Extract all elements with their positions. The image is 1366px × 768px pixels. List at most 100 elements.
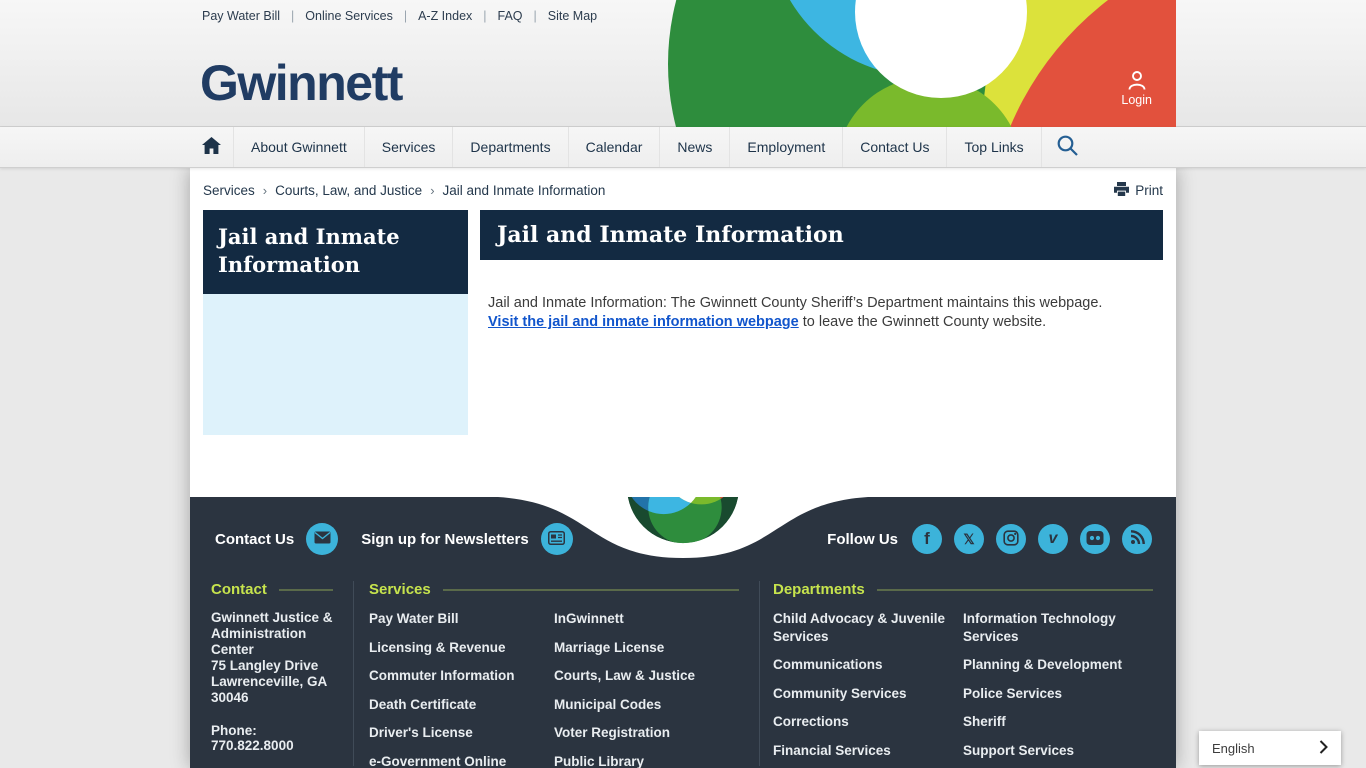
footer-link-commuter-information[interactable]: Commuter Information: [369, 667, 554, 685]
contact-us-label: Contact Us: [215, 530, 295, 548]
login-button[interactable]: Login: [1121, 68, 1152, 107]
footer-link-corrections[interactable]: Corrections: [773, 713, 963, 731]
flickr-icon: [1086, 530, 1104, 549]
person-icon: [1121, 68, 1152, 92]
sidebar-panel: [203, 293, 468, 435]
nav-item-news[interactable]: News: [660, 127, 731, 167]
nav-item-contact-us[interactable]: Contact Us: [843, 127, 948, 167]
chevron-right-icon: [1319, 739, 1328, 757]
footer-columns: Contact Gwinnett Justice & Administratio…: [211, 581, 1176, 768]
breadcrumb-separator: ›: [262, 183, 268, 198]
main-navigation: About Gwinnett Services Departments Calenda…: [0, 127, 1366, 168]
breadcrumb-jail-and-inmate-information: Jail and Inmate Information: [442, 183, 606, 198]
nav-items: About Gwinnett Services Departments Calenda…: [234, 127, 1042, 167]
footer-link-information-technology-services[interactable]: Information Technology Services: [963, 610, 1153, 645]
breadcrumb-services[interactable]: Services: [203, 183, 255, 198]
footer-link-public-library[interactable]: Public Library: [554, 753, 739, 768]
social-instagram[interactable]: [996, 524, 1026, 554]
footer-link-pay-water-bill[interactable]: Pay Water Bill: [369, 610, 554, 628]
sidebar-title: Jail and Inmate Information: [203, 210, 468, 294]
footer-link-financial-services[interactable]: Financial Services: [773, 742, 963, 760]
top-link-a-z-index[interactable]: A-Z Index: [407, 9, 483, 23]
top-links-bar: Pay Water Bill | Online Services | A-Z Index…: [202, 9, 608, 23]
language-selector[interactable]: English: [1199, 731, 1341, 765]
vimeo-icon: v: [1048, 530, 1058, 547]
footer-link-communications[interactable]: Communications: [773, 656, 963, 674]
left-sidebar: Jail and Inmate Information: [203, 210, 468, 435]
nav-item-about-gwinnett[interactable]: About Gwinnett: [234, 127, 365, 167]
paragraph-text-1: Jail and Inmate Information: The Gwinnet…: [488, 295, 1103, 311]
nav-item-departments[interactable]: Departments: [453, 127, 569, 167]
contact-phone: Phone: 770.822.8000: [211, 723, 294, 753]
footer-link-planning-development[interactable]: Planning & Development: [963, 656, 1153, 674]
address-line: Lawrenceville, GA 30046: [211, 674, 327, 705]
top-link-site-map[interactable]: Site Map: [537, 9, 608, 23]
search-button[interactable]: [1042, 127, 1094, 167]
footer-departments-column: Departments Child Advocacy & Juvenile Se…: [773, 581, 1176, 768]
page: Pay Water Bill | Online Services | A-Z Index…: [0, 0, 1366, 768]
heading-rule: [442, 588, 739, 591]
footer-divider: [759, 581, 760, 766]
page-paragraph: Jail and Inmate Information: The Gwinnet…: [488, 294, 1155, 332]
print-label: Print: [1135, 183, 1163, 198]
follow-us-label: Follow Us: [827, 530, 898, 548]
footer-link-municipal-codes[interactable]: Municipal Codes: [554, 696, 739, 714]
departments-heading: Departments: [773, 581, 865, 598]
nav-item-services[interactable]: Services: [365, 127, 454, 167]
heading-rule: [278, 588, 333, 591]
breadcrumb: Services › Courts, Law, and Justice › Jail a…: [203, 183, 605, 198]
gwinnett-logo[interactable]: Gwinnett: [200, 54, 403, 112]
social-rss[interactable]: [1122, 524, 1152, 554]
footer-link-voter-registration[interactable]: Voter Registration: [554, 724, 739, 742]
newsletter-signup-button[interactable]: [540, 523, 573, 555]
nav-item-calendar[interactable]: Calendar: [569, 127, 661, 167]
language-label: English: [1212, 740, 1255, 756]
footer-link-ingwinnett[interactable]: InGwinnett: [554, 610, 739, 628]
address-line: Gwinnett Justice & Administration Center: [211, 610, 333, 657]
top-link-online-services[interactable]: Online Services: [294, 9, 404, 23]
social-facebook[interactable]: f: [912, 524, 942, 554]
footer-link-courts-law-justice[interactable]: Courts, Law & Justice: [554, 667, 739, 685]
top-link-pay-water-bill[interactable]: Pay Water Bill: [202, 9, 291, 23]
printer-icon: [1114, 182, 1130, 199]
home-button[interactable]: [190, 127, 234, 167]
breadcrumb-courts-law-and-justice[interactable]: Courts, Law, and Justice: [275, 183, 422, 198]
nav-item-employment[interactable]: Employment: [730, 127, 844, 167]
newsletter-icon: [548, 530, 566, 548]
footer-link-licensing-revenue[interactable]: Licensing & Revenue: [369, 639, 554, 657]
footer-link-death-certificate[interactable]: Death Certificate: [369, 696, 554, 714]
services-heading: Services: [369, 581, 431, 598]
footer-link-driver-s-license[interactable]: Driver's License: [369, 724, 554, 742]
footer-contact-column: Contact Gwinnett Justice & Administratio…: [211, 581, 333, 768]
footer-link-sheriff[interactable]: Sheriff: [963, 713, 1153, 731]
header: Pay Water Bill | Online Services | A-Z Index…: [0, 0, 1366, 127]
footer-link-community-services[interactable]: Community Services: [773, 685, 963, 703]
page-body: Services › Courts, Law, and Justice › Jail a…: [190, 168, 1176, 768]
newsletter-label: Sign up for Newsletters: [361, 530, 529, 548]
footer-link-support-services[interactable]: Support Services: [963, 742, 1153, 760]
contact-heading: Contact: [211, 581, 267, 598]
breadcrumb-separator: ›: [430, 183, 435, 198]
social-links: f 𝕏v: [912, 524, 1152, 554]
address-line: 75 Langley Drive: [211, 658, 319, 673]
gwinnett-circle-logo: [625, 497, 741, 550]
social-x-twitter[interactable]: 𝕏: [954, 524, 984, 554]
home-icon: [202, 137, 221, 157]
main-pane: Jail and Inmate Information Jail and Inm…: [480, 210, 1163, 435]
social-vimeo[interactable]: v: [1038, 524, 1068, 554]
footer-link-child-advocacy-juvenile-services[interactable]: Child Advocacy & Juvenile Services: [773, 610, 963, 645]
nav-item-top-links[interactable]: Top Links: [947, 127, 1042, 167]
social-flickr[interactable]: [1080, 524, 1110, 554]
jail-info-link[interactable]: Visit the jail and inmate information we…: [488, 314, 799, 330]
contact-address: Gwinnett Justice & Administration Center…: [211, 610, 333, 706]
top-link-faq[interactable]: FAQ: [487, 9, 534, 23]
footer-link-marriage-license[interactable]: Marriage License: [554, 639, 739, 657]
print-button[interactable]: Print: [1114, 182, 1163, 199]
footer-link-e-government-online[interactable]: e-Government Online: [369, 753, 554, 768]
search-icon: [1056, 134, 1079, 160]
contact-us-button[interactable]: [306, 523, 339, 555]
envelope-icon: [314, 531, 331, 547]
footer-link-police-services[interactable]: Police Services: [963, 685, 1153, 703]
footer-divider: [353, 581, 354, 766]
x-twitter-icon: 𝕏: [963, 530, 975, 547]
